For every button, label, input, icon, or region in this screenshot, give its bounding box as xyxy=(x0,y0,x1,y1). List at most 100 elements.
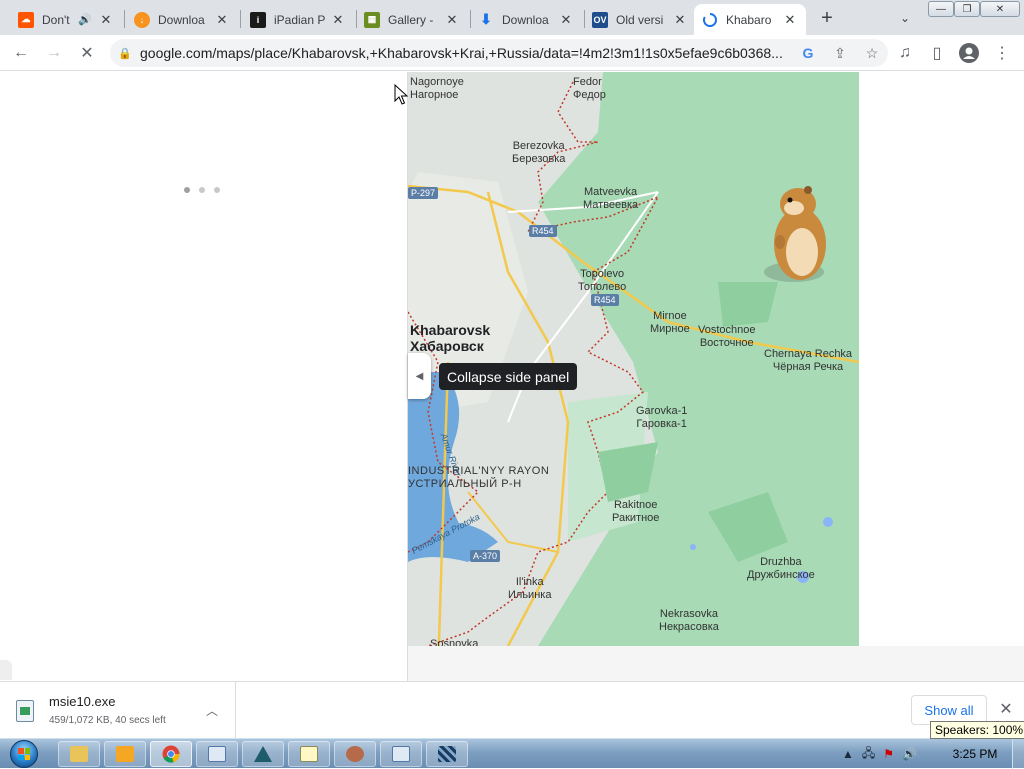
side-panel-icon[interactable]: ▯ xyxy=(925,41,949,65)
restore-button[interactable]: ❐ xyxy=(954,1,980,17)
taskbar-chrome[interactable] xyxy=(150,741,192,767)
taskbar-window-1[interactable] xyxy=(196,741,238,767)
taskbar-app-2[interactable] xyxy=(242,741,284,767)
download-item[interactable]: msie10.exe 459/1,072 KB, 40 secs left ︿ xyxy=(0,682,236,738)
tab-ipadian[interactable]: i iPadian P ✕ xyxy=(242,4,354,35)
tab-close-icon[interactable]: ✕ xyxy=(672,12,688,28)
folder-icon xyxy=(70,746,88,762)
road-shield: R454 xyxy=(529,225,557,237)
map-canvas[interactable]: Nagornoye Нагорное Fedor Федор Berezovka Бе… xyxy=(408,72,859,646)
network-icon[interactable]: 🖧 xyxy=(862,744,875,765)
tab-title: iPadian P xyxy=(274,12,326,27)
new-tab-button[interactable]: + xyxy=(815,6,839,30)
place-label: Topolevo Тополево xyxy=(578,268,627,293)
hamster-sticker-icon xyxy=(764,186,826,282)
tab-separator xyxy=(240,10,241,28)
lock-icon[interactable]: 🔒 xyxy=(110,47,140,60)
taskbar-notepad[interactable] xyxy=(288,741,330,767)
network-app-icon xyxy=(438,746,456,762)
tab-search-chevron-icon[interactable]: ⌄ xyxy=(895,8,915,28)
tab-title: Khabaro xyxy=(726,12,772,27)
place-label: Fedor Федор xyxy=(573,76,606,101)
window-icon xyxy=(208,746,226,762)
tab-close-icon[interactable]: ✕ xyxy=(214,12,230,28)
place-label: Nagornoye Нагорное xyxy=(410,76,464,101)
place-label: Druzhba Дружбинское xyxy=(747,556,815,581)
tab-gallery[interactable]: ▦ Gallery - ✕ xyxy=(356,4,468,35)
place-label: Garovka-1 Гаровка-1 xyxy=(636,405,688,430)
forward-button[interactable]: → xyxy=(42,41,66,65)
taskbar-explorer[interactable] xyxy=(58,741,100,767)
address-bar[interactable]: 🔒 google.com/maps/place/Khabarovsk,+Khab… xyxy=(110,39,888,67)
tab-close-icon[interactable]: ✕ xyxy=(782,12,798,28)
tab-strip: ☁ Don't 🔊 ✕ ↓ Downloa ✕ i iPadian P ✕ ▦ … xyxy=(0,0,1024,35)
place-label: Il'inka Ильинка xyxy=(508,576,552,601)
stop-loading-button[interactable]: ✕ xyxy=(75,41,99,65)
tab-title: Gallery - xyxy=(388,12,434,27)
tray-expand-icon[interactable]: ▲ xyxy=(842,747,854,761)
road-shield: R454 xyxy=(591,294,619,306)
flag-warning-icon[interactable]: ⚑ xyxy=(883,747,894,761)
taskbar-app-4[interactable] xyxy=(334,741,376,767)
system-tray: ▲ 🖧 ⚑ 🔊 xyxy=(842,739,917,769)
url-text[interactable]: google.com/maps/place/Khabarovsk,+Khabar… xyxy=(140,45,792,61)
chevron-up-icon[interactable]: ︿ xyxy=(202,700,222,720)
soundcloud-icon: ☁ xyxy=(18,11,34,28)
tab-soundcloud[interactable]: ☁ Don't 🔊 ✕ xyxy=(10,4,122,35)
tab-title: Old versi xyxy=(616,12,664,27)
minimize-button[interactable]: — xyxy=(928,1,954,17)
speaker-icon[interactable]: 🔊 xyxy=(78,13,92,26)
tab-oldversion[interactable]: OV Old versi ✕ xyxy=(584,4,696,35)
taskbar-media-player[interactable] xyxy=(104,741,146,767)
tab-khabarovsk[interactable]: Khabaro ✕ xyxy=(694,4,806,35)
profile-avatar-icon[interactable] xyxy=(957,41,981,65)
bookmark-star-icon[interactable]: ☆ xyxy=(856,45,888,62)
tab-close-icon[interactable]: ✕ xyxy=(558,12,574,28)
road-shield: A-370 xyxy=(470,550,501,562)
chrome-icon xyxy=(162,745,180,763)
collapse-panel-button[interactable]: ◀ xyxy=(408,353,431,399)
taskbar-window-2[interactable] xyxy=(380,741,422,767)
google-lens-icon[interactable]: G xyxy=(792,45,824,61)
place-label: Chernaya Rechka Чёрная Речка xyxy=(764,348,853,373)
city-label-khabarovsk[interactable]: Khabarovsk Хабаровск xyxy=(410,322,490,354)
windows-taskbar: ▲ 🖧 ⚑ 🔊 3:25 PM xyxy=(0,738,1024,769)
show-desktop-button[interactable] xyxy=(1012,739,1024,769)
district-label: INDUSTRIAL'NYY RAYON УСТРИАЛЬНЫЙ Р-Н xyxy=(408,465,550,490)
taskbar-app-6[interactable] xyxy=(426,741,468,767)
taskbar-clock[interactable]: 3:25 PM xyxy=(940,739,1010,769)
windows-logo-icon xyxy=(10,740,38,768)
road-shield: P-297 xyxy=(408,187,439,199)
map-unloaded-area xyxy=(408,646,1024,681)
download-blue-icon: ⬇ xyxy=(480,11,492,27)
triangle-app-icon xyxy=(254,746,272,762)
media-control-icon[interactable]: ♫ xyxy=(893,41,917,65)
place-label: Matveevka Матвеевка xyxy=(583,186,639,211)
tab-download-1[interactable]: ↓ Downloa ✕ xyxy=(126,4,238,35)
place-label: Sosnovka xyxy=(430,638,479,646)
tab-close-icon[interactable]: ✕ xyxy=(444,12,460,28)
installer-file-icon xyxy=(16,700,34,722)
paint-icon xyxy=(346,746,364,762)
window-icon xyxy=(392,746,410,762)
menu-kebab-icon[interactable]: ⋮ xyxy=(990,41,1014,65)
back-button[interactable]: ← xyxy=(9,41,33,65)
page-content: Nagornoye Нагорное Fedor Федор Berezovka Бе… xyxy=(0,72,1024,681)
maps-side-panel xyxy=(0,72,408,681)
tab-separator xyxy=(124,10,125,28)
tab-download-2[interactable]: ⬇ Downloa ✕ xyxy=(470,4,582,35)
gallery-icon: ▦ xyxy=(364,11,380,28)
loading-spinner-icon xyxy=(703,12,717,27)
oldversion-icon: OV xyxy=(592,11,608,28)
close-window-button[interactable]: ✕ xyxy=(980,1,1020,17)
place-label: Nekrasovka Некрасовка xyxy=(659,608,719,633)
close-shelf-icon[interactable]: ✕ xyxy=(995,698,1017,720)
loading-dots xyxy=(184,187,220,193)
share-icon[interactable]: ⇪ xyxy=(824,45,856,62)
panel-edge xyxy=(0,660,12,680)
volume-icon[interactable]: 🔊 xyxy=(902,747,917,761)
tab-title: Downloa xyxy=(158,12,205,27)
start-button[interactable] xyxy=(4,739,44,769)
tab-close-icon[interactable]: ✕ xyxy=(330,12,346,28)
tab-close-icon[interactable]: ✕ xyxy=(98,12,114,28)
